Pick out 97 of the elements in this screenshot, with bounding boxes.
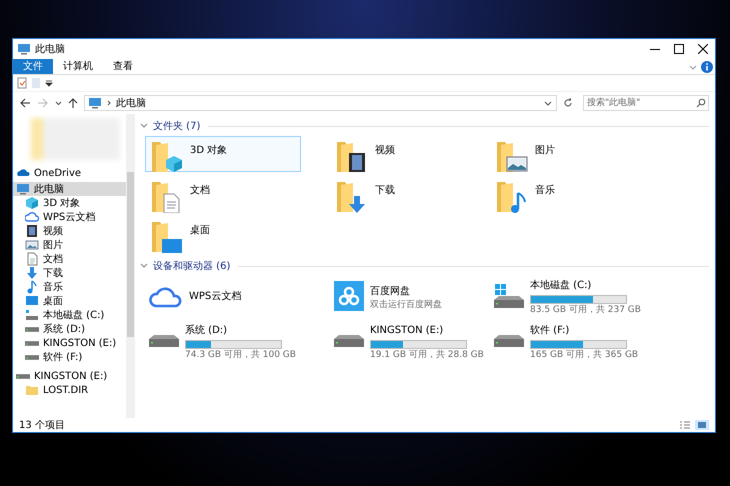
- folder-item[interactable]: 视频: [330, 136, 486, 172]
- folder-item[interactable]: 桌面: [145, 216, 301, 252]
- section-header[interactable]: 文件夹 (7): [153, 118, 200, 134]
- monitor-icon: [16, 182, 30, 196]
- cloud-icon: [25, 210, 39, 224]
- device-item[interactable]: 软件 (F:) 165 GB 可用，共 365 GB: [490, 320, 650, 362]
- large-icons-view-icon[interactable]: [695, 420, 709, 430]
- item-label: 系统 (D:): [185, 324, 228, 338]
- ribbon-tab[interactable]: 计算机: [53, 59, 103, 74]
- usage-reading: 165 GB 可用，共 365 GB: [530, 350, 638, 361]
- status-text: 13 个项目: [19, 418, 65, 432]
- item-label: WPS云文档: [189, 290, 242, 304]
- app-icon: [334, 281, 364, 312]
- help-icon[interactable]: [699, 59, 715, 75]
- folder-item[interactable]: 3D 对象: [145, 136, 301, 172]
- drive-icon: [494, 284, 524, 308]
- nav-item[interactable]: 3D 对象: [13, 196, 126, 210]
- folder-picture-icon: [495, 139, 529, 173]
- back-arrow-icon[interactable]: [19, 97, 31, 109]
- drive-icon: [16, 374, 30, 378]
- search-icon[interactable]: [696, 98, 706, 108]
- close-icon[interactable]: [698, 44, 708, 54]
- device-item[interactable]: 百度网盘 双击运行百度网盘: [330, 276, 490, 317]
- up-arrow-icon[interactable]: [68, 97, 78, 109]
- item-label: 百度网盘: [370, 284, 411, 298]
- nav-item[interactable]: 桌面: [13, 294, 126, 308]
- details-view-icon[interactable]: [679, 420, 691, 430]
- properties-icon[interactable]: [17, 77, 27, 89]
- folder-item[interactable]: 下载: [330, 176, 486, 212]
- nav-item[interactable]: OneDrive: [13, 166, 126, 180]
- drive-icon: [25, 308, 39, 322]
- item-label: 音乐: [535, 184, 555, 198]
- music-note-icon: [25, 280, 39, 294]
- device-item[interactable]: KINGSTON (E:) 19.1 GB 可用，共 28.8 GB: [330, 320, 490, 362]
- device-item[interactable]: 系统 (D:) 74.3 GB 可用，共 100 GB: [145, 320, 305, 362]
- nav-item[interactable]: 图片: [13, 238, 126, 252]
- maximize-icon[interactable]: [674, 44, 684, 54]
- item-label: 文档: [190, 184, 210, 198]
- usage-reading: 74.3 GB 可用，共 100 GB: [185, 350, 296, 361]
- minimize-icon[interactable]: [650, 48, 660, 50]
- nav-item[interactable]: 系统 (D:): [13, 322, 126, 336]
- drive-icon: [25, 354, 39, 360]
- download-arrow-icon: [25, 266, 39, 280]
- item-label: 视频: [375, 144, 395, 158]
- drive-icon: [494, 335, 524, 348]
- drive-icon: [25, 326, 39, 332]
- monitor-icon: [88, 97, 102, 109]
- usage-reading: 83.5 GB 可用，共 237 GB: [530, 306, 641, 316]
- drive-icon: [334, 335, 364, 348]
- film-icon: [25, 224, 39, 238]
- folder-item[interactable]: 图片: [490, 136, 646, 172]
- nav-item[interactable]: 下载: [13, 266, 126, 280]
- document-icon: [25, 252, 39, 266]
- address-bar[interactable]: 此电脑: [84, 95, 557, 111]
- item-label: 本地磁盘 (C:): [530, 278, 592, 293]
- nav-item[interactable]: 本地磁盘 (C:): [13, 308, 126, 322]
- nav-item[interactable]: 此电脑: [13, 182, 126, 196]
- nav-item[interactable]: 软件 (F:): [13, 350, 126, 364]
- device-item[interactable]: 本地磁盘 (C:) 83.5 GB 可用，共 237 GB: [490, 276, 650, 317]
- picture-icon: [25, 238, 39, 252]
- search-field[interactable]: 搜索"此电脑": [583, 95, 709, 111]
- drive-icon: [25, 340, 39, 346]
- refresh-icon[interactable]: [563, 97, 573, 109]
- item-label: 桌面: [190, 224, 210, 238]
- section-header[interactable]: 设备和驱动器 (6): [153, 258, 230, 274]
- folder-item[interactable]: 文档: [145, 176, 301, 212]
- nav-item[interactable]: KINGSTON (E:): [13, 336, 126, 350]
- ribbon-tab[interactable]: 文件: [13, 59, 53, 74]
- item-label: 软件 (F:): [530, 324, 570, 338]
- nav-item[interactable]: WPS云文档: [13, 210, 126, 224]
- folder-music-note-icon: [495, 179, 529, 213]
- monitor-icon: [17, 43, 31, 55]
- item-label: 图片: [535, 144, 555, 158]
- nav-item[interactable]: 文档: [13, 252, 126, 266]
- customize-caret-icon[interactable]: [45, 78, 53, 88]
- folder-icon: [25, 383, 39, 397]
- device-item[interactable]: WPS云文档: [145, 276, 305, 317]
- window-title: 此电脑: [35, 42, 65, 56]
- scrollbar[interactable]: [126, 114, 135, 418]
- cube-icon: [25, 196, 39, 210]
- folder-cube-icon: [150, 139, 184, 173]
- nav-item[interactable]: 音乐: [13, 280, 126, 294]
- drive-icon: [149, 335, 179, 348]
- folder-monitor-icon: [150, 219, 184, 253]
- nav-item[interactable]: 视频: [13, 224, 126, 238]
- nav-item[interactable]: KINGSTON (E:): [13, 369, 126, 383]
- item-label: 3D 对象: [190, 144, 228, 158]
- item-subtitle: 双击运行百度网盘: [370, 300, 442, 310]
- item-label: KINGSTON (E:): [370, 324, 444, 338]
- chevron-right-icon: [106, 98, 112, 108]
- usage-reading: 19.1 GB 可用，共 28.8 GB: [370, 350, 484, 361]
- ribbon-tab[interactable]: 查看: [103, 59, 143, 74]
- address-path: 此电脑: [116, 96, 147, 110]
- item-label: 下载: [375, 184, 395, 198]
- nav-item[interactable]: LOST.DIR: [13, 383, 126, 397]
- folder-item[interactable]: 音乐: [490, 176, 646, 212]
- monitor-icon: [25, 294, 39, 308]
